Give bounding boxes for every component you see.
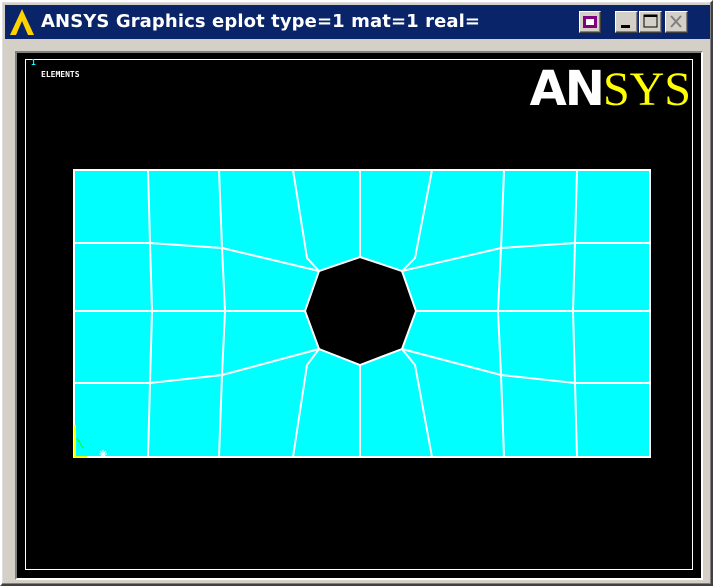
finite-element-mesh	[73, 169, 651, 458]
window-title: ANSYS Graphics eplot type=1 mat=1 real=	[41, 11, 481, 32]
maximize-icon	[643, 14, 658, 28]
title-bar[interactable]: ANSYS Graphics eplot type=1 mat=1 real=	[5, 5, 710, 39]
graphics-area[interactable]: 1 ELEMENTS ANSYS	[15, 51, 703, 580]
ansys-logo-icon	[7, 7, 37, 37]
hole-edge	[303, 255, 418, 367]
close-button[interactable]	[665, 11, 688, 33]
menu-icon	[583, 16, 597, 28]
minimize-button[interactable]	[615, 11, 638, 33]
menu-button[interactable]	[579, 11, 601, 33]
ansys-graphics-window: ANSYS Graphics eplot type=1 mat=1 real=	[0, 0, 713, 586]
minimize-icon	[621, 25, 630, 28]
close-icon	[670, 15, 682, 28]
maximize-button[interactable]	[639, 11, 662, 33]
